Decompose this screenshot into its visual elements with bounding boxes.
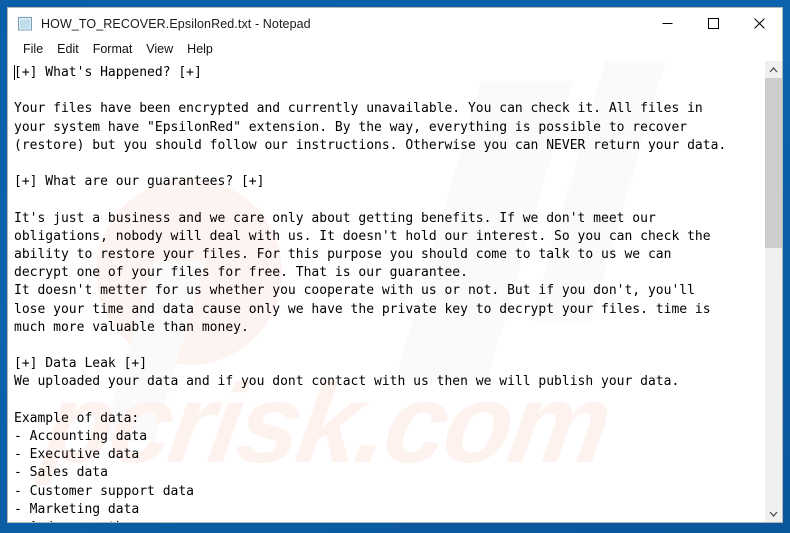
title-bar[interactable]: HOW_TO_RECOVER.EpsilonRed.txt - Notepad (8, 8, 782, 39)
window-title: HOW_TO_RECOVER.EpsilonRed.txt - Notepad (41, 16, 311, 31)
ransom-note-text[interactable]: [+] What's Happened? [+] Your files have… (8, 61, 764, 522)
scrollbar-thumb[interactable] (765, 78, 782, 248)
menu-item-file[interactable]: File (16, 41, 50, 58)
menu-item-edit[interactable]: Edit (50, 41, 86, 58)
notepad-icon (17, 15, 34, 32)
close-icon (753, 18, 765, 29)
maximize-button[interactable] (690, 8, 736, 39)
maximize-icon (707, 18, 719, 29)
desktop-background: HOW_TO_RECOVER.EpsilonRed.txt - Notepad (0, 0, 790, 533)
scroll-down-button[interactable] (765, 505, 782, 522)
scroll-up-icon (769, 66, 778, 72)
scrollbar-track[interactable] (765, 78, 782, 505)
text-area-wrapper[interactable]: pcrisk.com [+] What's Happened? [+] Your… (8, 61, 764, 522)
menu-bar: File Edit Format View Help (8, 39, 782, 60)
text-caret (14, 65, 15, 80)
window-controls (644, 8, 782, 39)
menu-item-format[interactable]: Format (86, 41, 140, 58)
menu-item-view[interactable]: View (139, 41, 180, 58)
close-button[interactable] (736, 8, 782, 39)
edit-area: pcrisk.com [+] What's Happened? [+] Your… (8, 60, 782, 522)
notepad-window: HOW_TO_RECOVER.EpsilonRed.txt - Notepad (7, 7, 783, 523)
scroll-up-button[interactable] (765, 61, 782, 78)
title-bar-left: HOW_TO_RECOVER.EpsilonRed.txt - Notepad (8, 15, 644, 32)
menu-item-help[interactable]: Help (180, 41, 220, 58)
minimize-icon (662, 23, 672, 24)
vertical-scrollbar[interactable] (764, 61, 782, 522)
scroll-down-icon (769, 511, 778, 517)
minimize-button[interactable] (644, 8, 690, 39)
